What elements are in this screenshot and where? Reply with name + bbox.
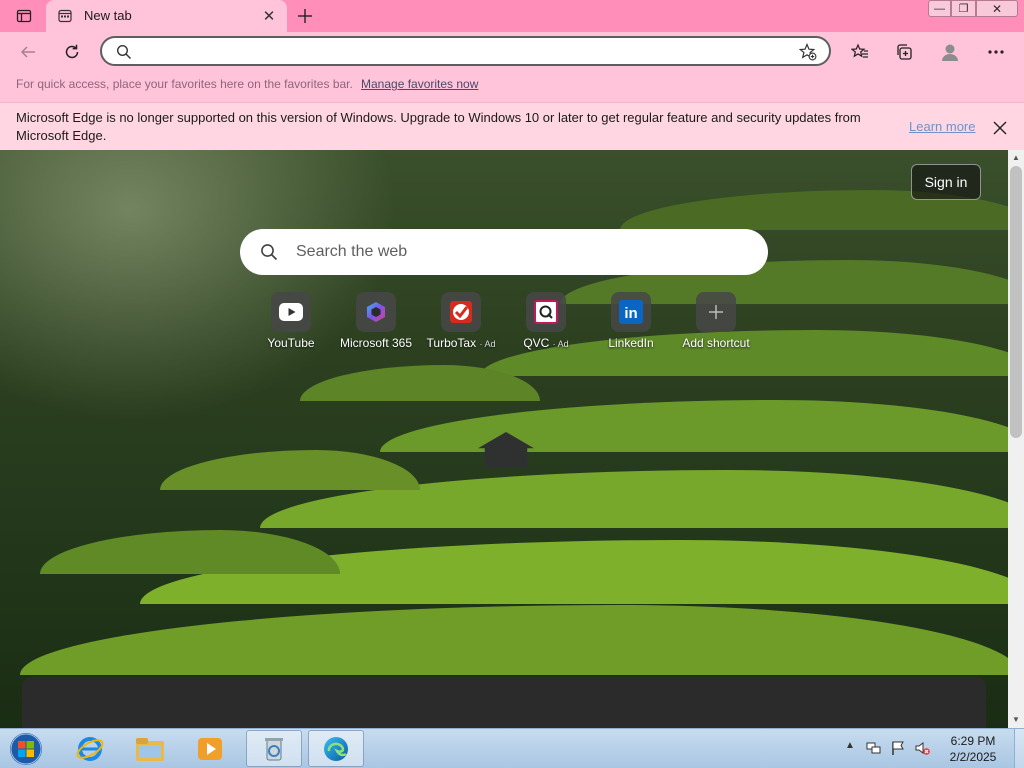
web-search-box[interactable]: Search the web	[240, 229, 768, 275]
turbotax-icon	[441, 292, 481, 332]
window-minimize-button[interactable]: —	[928, 0, 951, 17]
address-bar[interactable]	[100, 36, 831, 66]
new-tab-plus-icon[interactable]	[293, 4, 317, 28]
sign-in-button[interactable]: Sign in	[911, 164, 981, 200]
tab-title: New tab	[84, 8, 132, 23]
infobar-close-icon[interactable]	[990, 118, 1010, 138]
windows-taskbar: ▲ 6:29 PM 2/2/2025	[0, 728, 1024, 768]
linkedin-icon: in	[611, 292, 651, 332]
content-feed-panel	[22, 677, 986, 728]
favorites-bar: For quick access, place your favorites h…	[0, 72, 1024, 102]
shortcut-microsoft365[interactable]: Microsoft 365	[333, 292, 419, 352]
tab-new-tab[interactable]: New tab ✕	[46, 0, 287, 32]
tab-strip: New tab ✕ — ❐ ✕	[0, 0, 1024, 32]
newtab-favicon-icon	[58, 9, 72, 23]
action-center-flag-icon[interactable]	[890, 740, 906, 756]
shortcut-label: TurboTax · Ad	[426, 336, 496, 350]
profile-avatar-icon[interactable]	[936, 38, 964, 66]
favorites-icon[interactable]	[846, 38, 874, 66]
scroll-down-arrow-icon[interactable]: ▼	[1008, 712, 1024, 726]
shortcut-qvc[interactable]: QVC · Ad	[503, 292, 589, 352]
shortcut-label: YouTube	[267, 336, 315, 350]
edge-icon[interactable]	[308, 730, 364, 767]
browser-toolbar	[0, 32, 1024, 72]
show-desktop-button[interactable]	[1014, 729, 1024, 768]
more-options-icon[interactable]	[982, 38, 1010, 66]
infobar-message: Microsoft Edge is no longer supported on…	[16, 110, 861, 143]
add-shortcut-button[interactable]: Add shortcut	[673, 292, 759, 352]
recycle-tool-icon[interactable]	[246, 730, 302, 767]
scroll-thumb[interactable]	[1010, 166, 1022, 438]
window-maximize-button[interactable]: ❐	[951, 0, 976, 17]
scroll-up-arrow-icon[interactable]: ▲	[1008, 150, 1024, 164]
shortcut-label: Microsoft 365	[339, 336, 413, 350]
tab-actions-icon[interactable]	[8, 4, 40, 28]
clock-time: 6:29 PM	[950, 734, 996, 748]
manage-favorites-link[interactable]: Manage favorites now	[361, 77, 478, 91]
search-placeholder: Search the web	[296, 243, 408, 260]
svg-text:in: in	[624, 305, 637, 322]
unsupported-os-infobar: Microsoft Edge is no longer supported on…	[0, 102, 1024, 150]
favorites-bar-hint: For quick access, place your favorites h…	[16, 77, 353, 91]
start-button[interactable]	[4, 730, 48, 768]
back-arrow-icon[interactable]	[14, 38, 42, 66]
media-player-icon[interactable]	[182, 730, 238, 767]
shortcut-youtube[interactable]: YouTube	[248, 292, 334, 352]
shortcut-label: QVC · Ad	[523, 336, 569, 350]
refresh-icon[interactable]	[58, 38, 86, 66]
new-tab-page: Sign in Search the web YouTube Microsoft…	[0, 150, 1008, 728]
collections-icon[interactable]	[890, 38, 918, 66]
plus-icon	[696, 292, 736, 332]
shortcut-label: Add shortcut	[682, 336, 750, 350]
network-icon[interactable]	[866, 740, 882, 756]
shortcut-linkedin[interactable]: in LinkedIn	[588, 292, 674, 352]
window-close-button[interactable]: ✕	[976, 0, 1018, 17]
add-favorite-star-icon[interactable]	[798, 42, 817, 61]
volume-muted-icon[interactable]	[914, 740, 930, 756]
qvc-icon	[526, 292, 566, 332]
system-clock[interactable]: 6:29 PM 2/2/2025	[940, 733, 1006, 765]
show-hidden-icons-arrow-icon[interactable]: ▲	[845, 740, 855, 751]
learn-more-link[interactable]: Learn more	[909, 119, 975, 134]
microsoft365-icon	[356, 292, 396, 332]
clock-date: 2/2/2025	[949, 750, 997, 764]
address-input[interactable]	[142, 41, 786, 63]
search-icon	[260, 243, 278, 261]
shortcut-turbotax[interactable]: TurboTax · Ad	[418, 292, 504, 352]
tab-close-icon[interactable]: ✕	[260, 7, 278, 25]
internet-explorer-icon[interactable]	[62, 730, 118, 767]
youtube-icon	[271, 292, 311, 332]
search-icon	[116, 44, 132, 60]
file-explorer-icon[interactable]	[122, 730, 178, 767]
shortcut-label: LinkedIn	[608, 336, 654, 350]
vertical-scrollbar[interactable]: ▲ ▼	[1008, 150, 1024, 728]
